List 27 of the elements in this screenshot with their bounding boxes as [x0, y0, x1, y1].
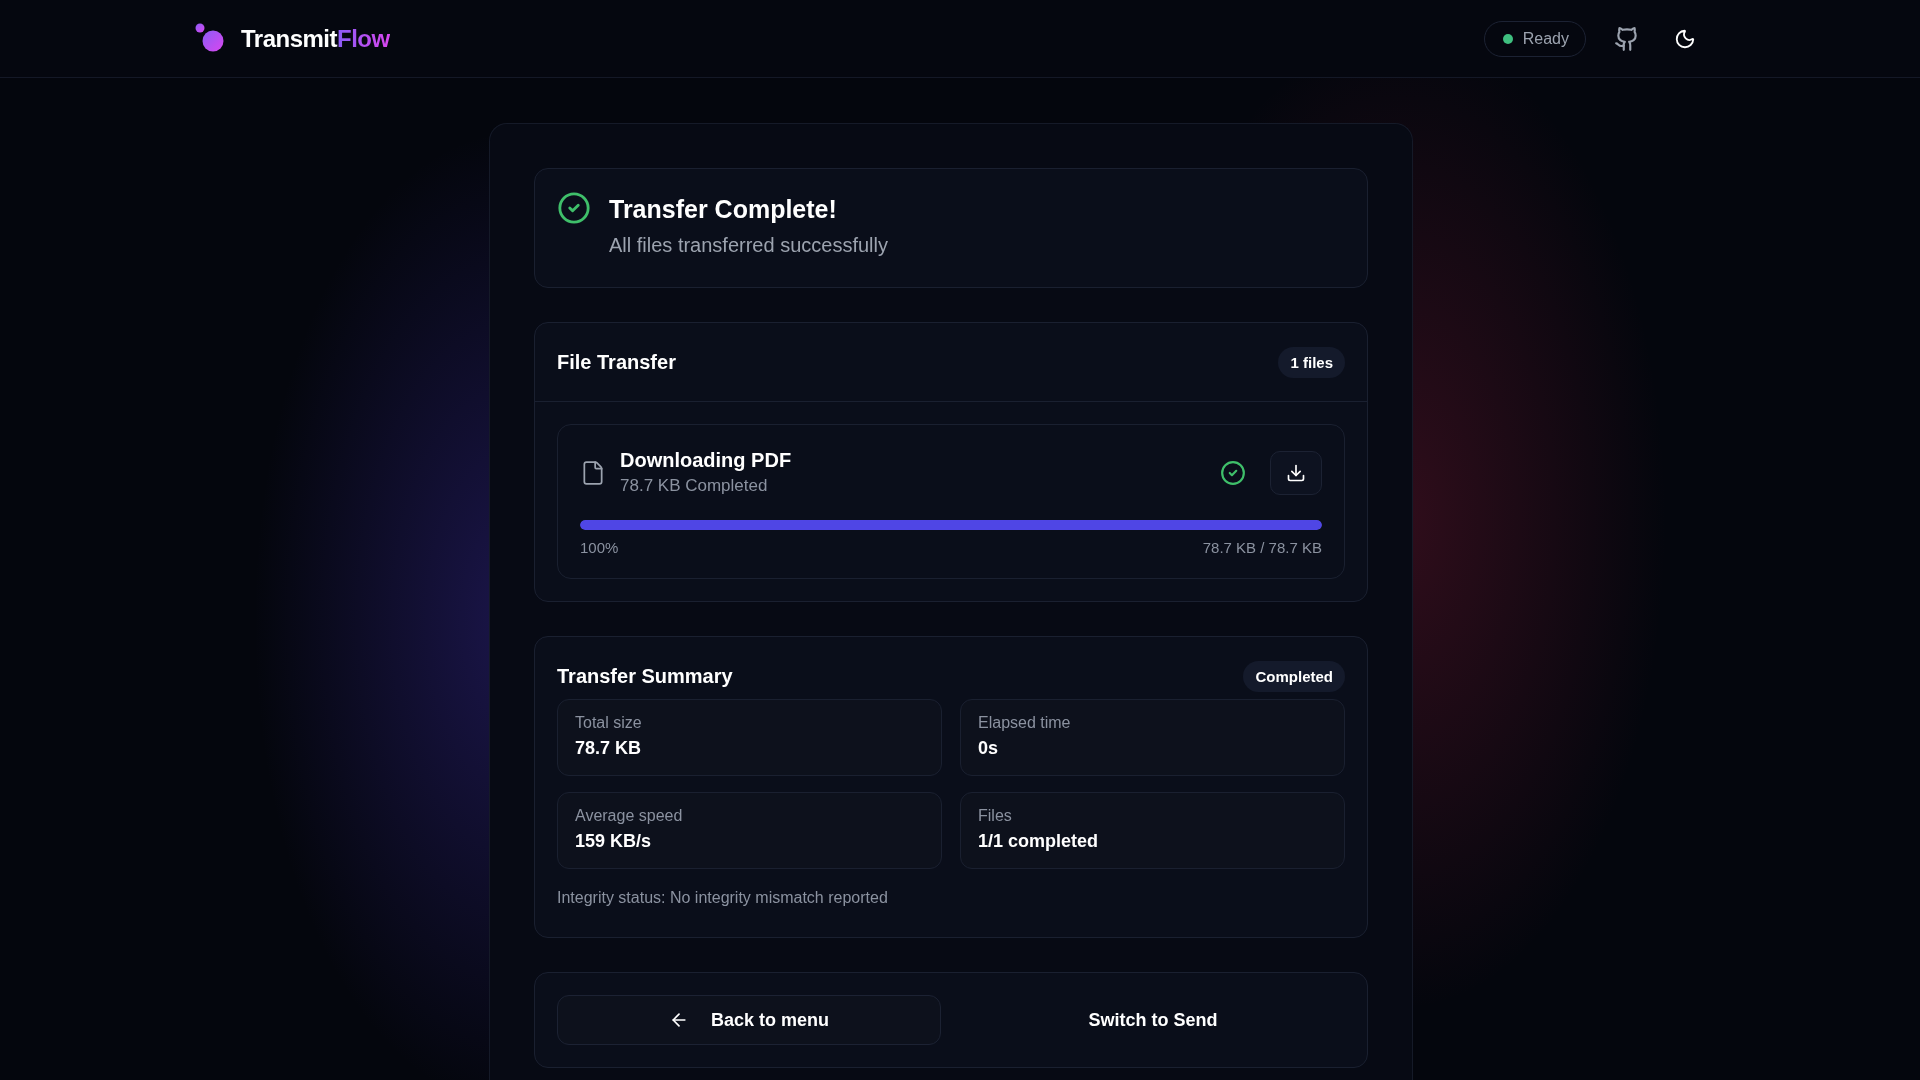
integrity-status: Integrity status: No integrity mismatch reported	[557, 889, 889, 907]
completion-subtitle: All files transferred successfully	[609, 234, 888, 257]
card-title: Transfer Summary	[557, 664, 733, 688]
completion-title: Transfer Complete!	[609, 195, 838, 224]
stat-value: 0s	[978, 738, 1000, 759]
card-title: File Transfer	[557, 350, 676, 374]
download-button[interactable]	[1270, 450, 1322, 495]
stat-label: Total size	[575, 714, 643, 732]
progress-percent: 100%	[580, 539, 619, 556]
stat-label: Files	[978, 807, 1013, 825]
file-icon	[580, 459, 606, 486]
progress-size: 78.7 KB / 78.7 KB	[1202, 539, 1322, 556]
back-button[interactable]: Back to menu	[557, 995, 941, 1045]
status-label: Ready	[1522, 29, 1569, 48]
stat-value: 78.7 KB	[575, 738, 643, 759]
file-count-badge: 1 files	[1278, 346, 1345, 378]
stat-label: Average speed	[575, 807, 684, 825]
app-title: TransmitFlow	[241, 24, 390, 53]
stat-value: 159 KB/s	[575, 831, 653, 852]
file-name: Downloading PDF	[620, 449, 793, 472]
download-icon	[1286, 462, 1306, 483]
status-badge: Completed	[1243, 660, 1345, 692]
stat-label: Elapsed time	[978, 714, 1072, 732]
stat-value: 1/1 completed	[978, 831, 1100, 852]
switch-button[interactable]: Switch to Send	[961, 995, 1345, 1045]
check-icon	[557, 191, 591, 225]
file-status: 78.7 KB Completed	[620, 476, 769, 496]
